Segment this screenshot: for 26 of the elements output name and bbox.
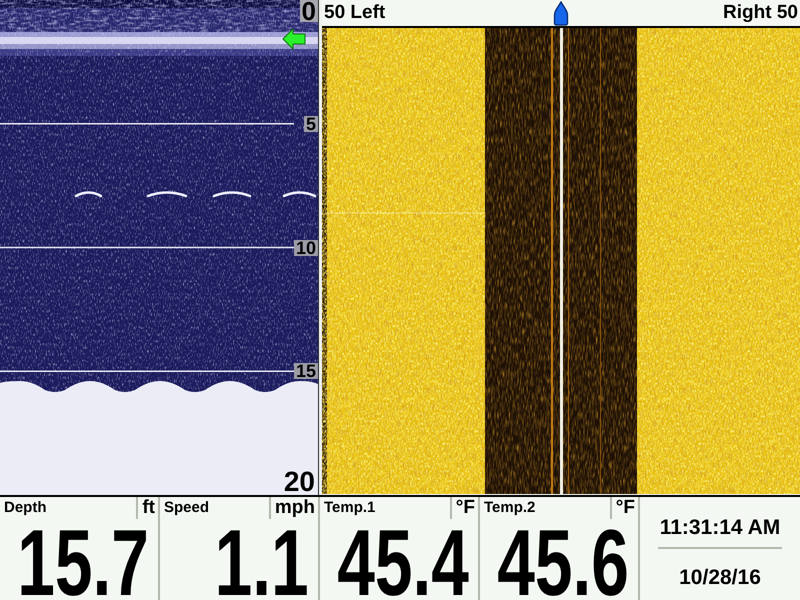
arrow-left-icon (282, 28, 306, 50)
fish-arch-icon (74, 191, 102, 198)
depth-scale-label: 15 (294, 363, 318, 380)
depth-scale-label: 20 (284, 470, 315, 494)
left-range-label: 50 Left (324, 2, 386, 24)
readout-unit: °F (450, 497, 478, 519)
readout-value: 15.7 (17, 529, 149, 597)
readout-unit: mph (268, 497, 318, 519)
clock-date: 10/28/16 (679, 566, 761, 590)
readout-value: 45.4 (337, 529, 469, 597)
fish-arch-icon (212, 191, 252, 198)
readout-label: Temp.1 (323, 498, 376, 517)
right-range-label: Right 50 (723, 2, 798, 24)
clock-time: 11:31:14 AM (660, 516, 780, 540)
fish-arch-icon (146, 191, 188, 198)
readout-label: Temp.2 (483, 498, 536, 517)
depth-scale-label: 10 (294, 240, 318, 256)
readout-value: 1.1 (214, 529, 309, 597)
readout-unit: °F (610, 497, 638, 519)
readout-label: Speed (163, 498, 210, 517)
readout-unit: ft (136, 497, 158, 519)
depth-scale-label: 0 (300, 0, 318, 22)
fish-arch-icon (282, 191, 316, 198)
readout-label: Depth (3, 498, 46, 517)
boat-icon (553, 0, 569, 26)
readout-value: 45.6 (497, 529, 629, 597)
